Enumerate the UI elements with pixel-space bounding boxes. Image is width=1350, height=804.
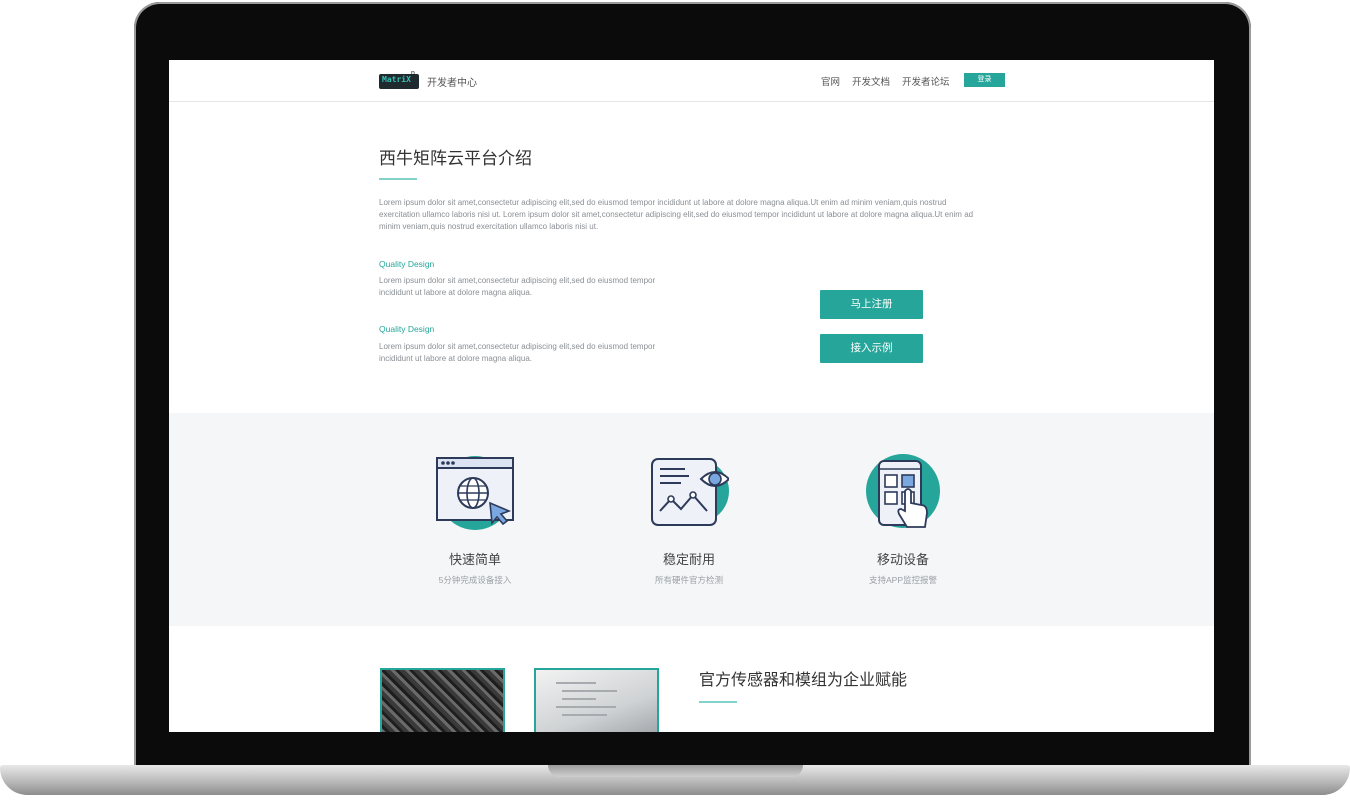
service-card: 移动设备 支持APP监控报警 [803,453,1003,586]
nav-title: 开发者中心 [427,78,477,89]
feature-text: Lorem ipsum dolor sit amet,consectetur a… [379,342,656,363]
nav-link-docs[interactable]: 开发文档 [852,74,890,88]
register-button[interactable]: 马上注册 [820,290,923,319]
service-title: 快速简单 [448,552,501,567]
code-line [556,706,616,708]
logo-text: MatriX [382,75,411,84]
laptop-code-photo [534,668,659,732]
nav-link-forum[interactable]: 开发者论坛 [902,74,950,88]
browser-globe-icon [436,456,514,530]
service-subtitle: 5分钟完成设备接入 [438,575,512,585]
mobile-touch-icon [866,454,940,528]
section-title: 官方传感器和模组为企业赋能 [699,672,908,689]
feature-text: Lorem ipsum dolor sit amet,consectetur a… [379,276,656,297]
logo-superscript: n [411,70,415,77]
page-title: 西牛矩阵云平台介绍 [379,149,532,168]
code-line [562,690,617,692]
intro-paragraph: Lorem ipsum dolor sit amet,consectetur a… [379,198,974,231]
service-card: 快速简单 5分钟完成设备接入 [375,453,575,586]
service-title: 移动设备 [876,552,929,567]
browser-screen: MatriX n 开发者中心 官网 开发文档 开发者论坛 登录 西牛矩阵云平台介… [169,60,1214,732]
service-subtitle: 所有硬件官方检测 [654,575,723,585]
top-nav: MatriX n 开发者中心 官网 开发文档 开发者论坛 登录 [169,60,1214,102]
chart-eye-icon [651,458,729,526]
services-band: 快速简单 5分钟完成设备接入 稳定耐用 所有硬件官方检测 移动设备 支持APP监… [169,413,1214,626]
circuit-board-photo [380,668,505,732]
service-title: 稳定耐用 [662,552,715,567]
service-card: 稳定耐用 所有硬件官方检测 [589,453,789,586]
code-line [562,698,596,700]
service-subtitle: 支持APP监控报警 [868,575,937,585]
nav-link-official-site[interactable]: 官网 [821,74,840,88]
feature-title: Quality Design [379,324,435,334]
code-line [556,682,596,684]
nav-links: 官网 开发文档 开发者论坛 [821,74,962,88]
example-button[interactable]: 接入示例 [820,334,923,363]
login-button[interactable]: 登录 [964,73,1005,87]
feature-title: Quality Design [379,259,435,269]
title-underline [379,178,417,180]
laptop-notch [548,765,803,777]
code-line [562,714,607,716]
title-underline [699,701,737,703]
